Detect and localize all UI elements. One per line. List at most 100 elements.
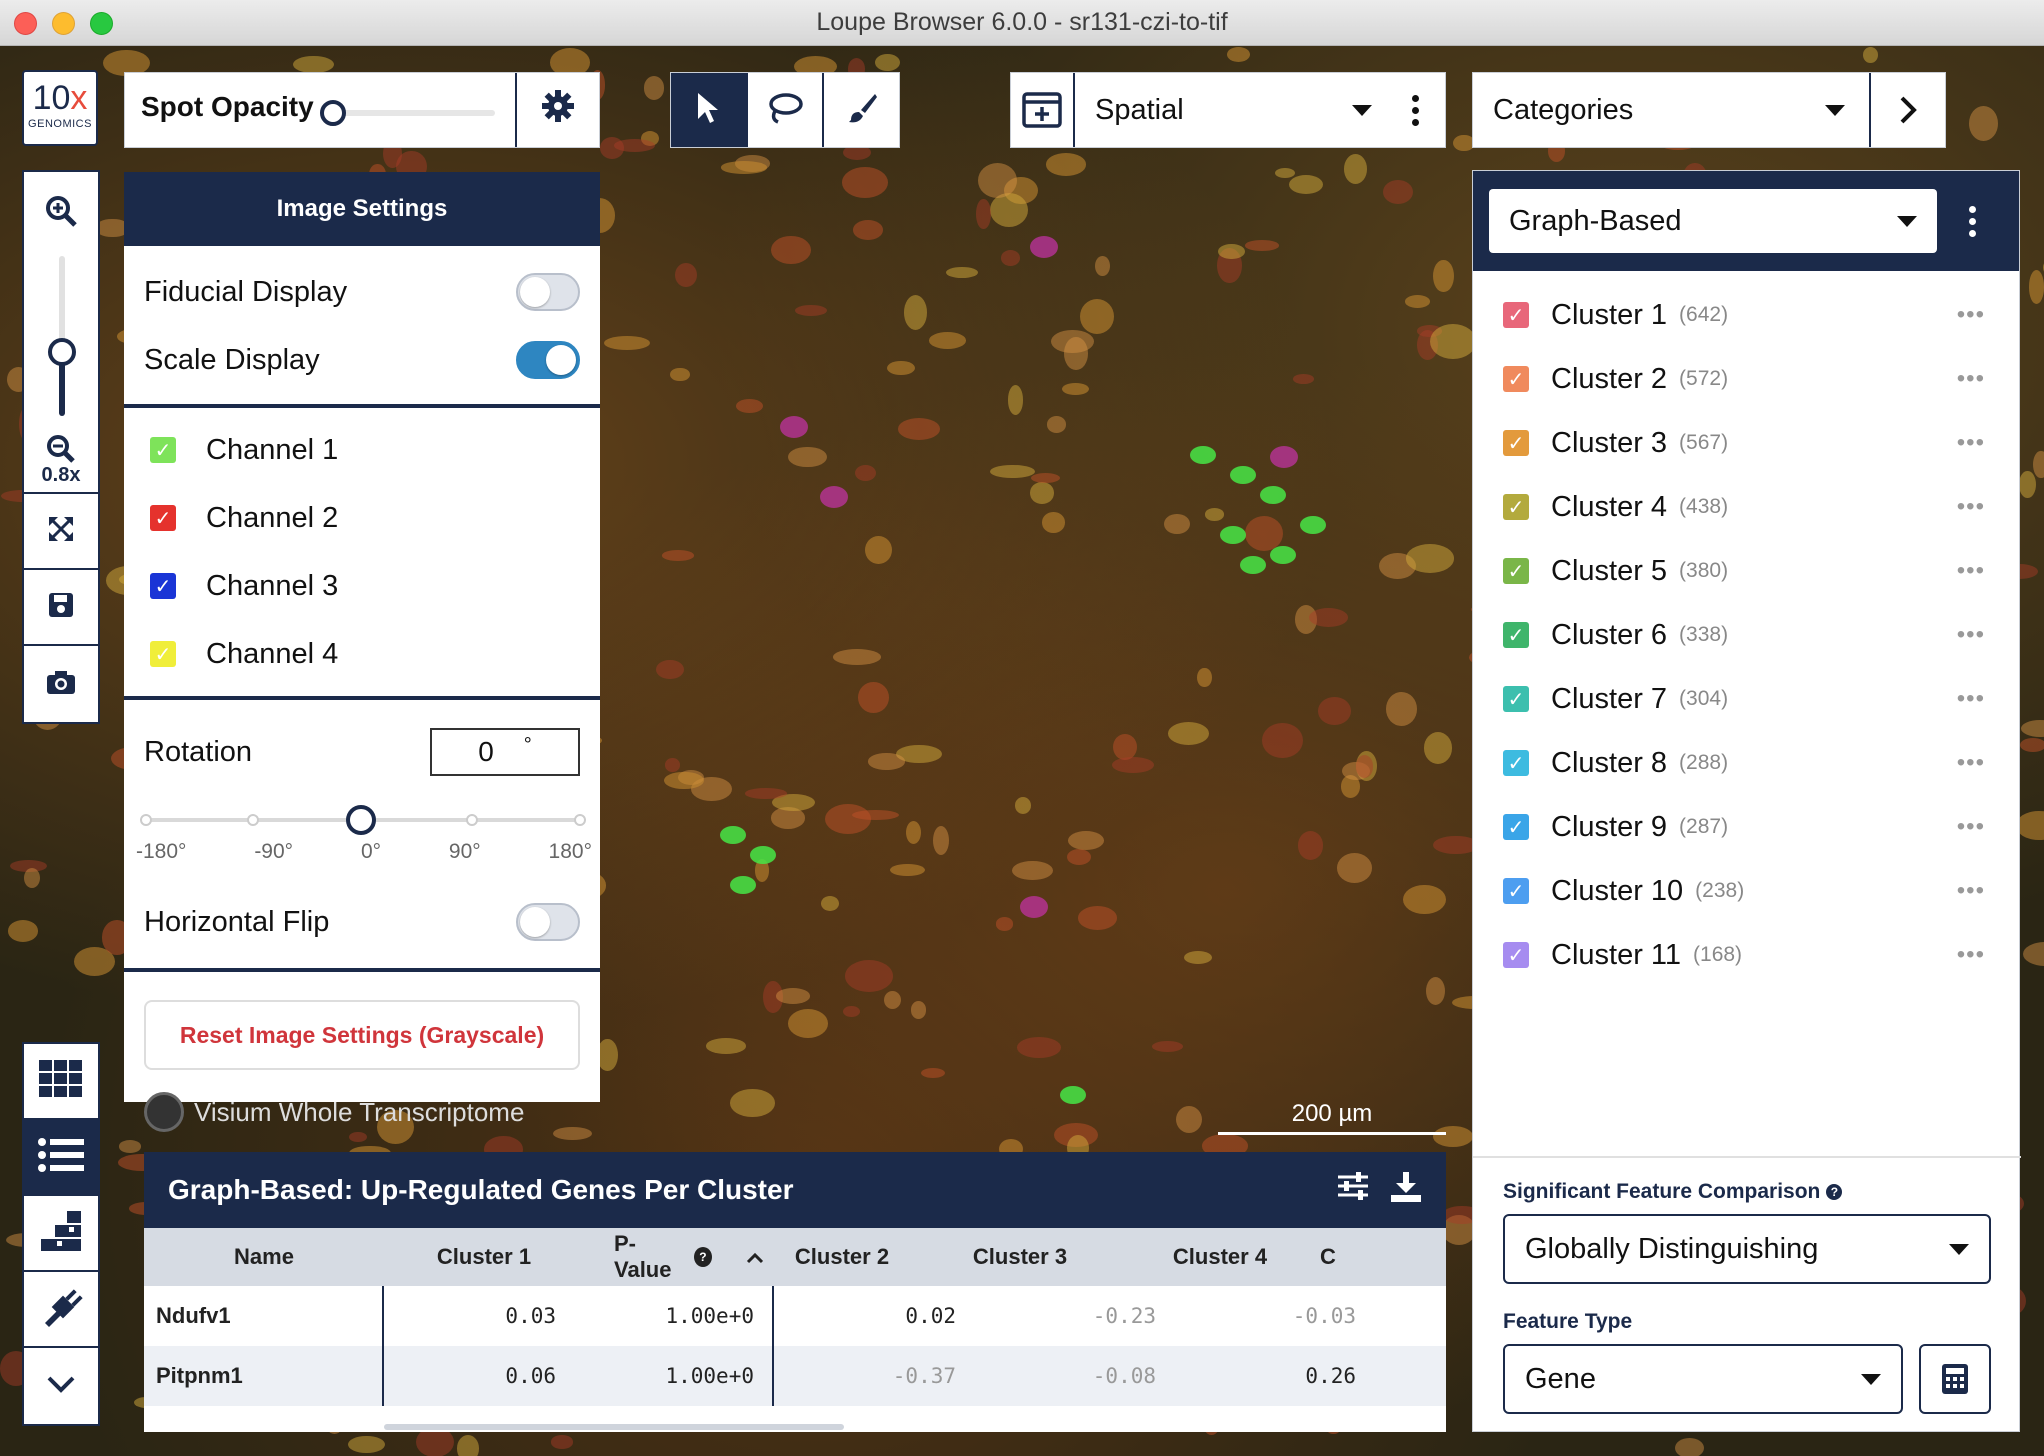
channel-row[interactable]: ✓ Channel 4 [124, 620, 600, 688]
horizontal-flip-toggle[interactable] [516, 903, 580, 941]
cluster-checkbox[interactable]: ✓ [1503, 302, 1529, 328]
column-header[interactable]: C [1320, 1244, 1446, 1270]
view-add-icon[interactable] [1011, 73, 1075, 147]
cluster-checkbox[interactable]: ✓ [1503, 558, 1529, 584]
heatmap-view-button[interactable] [24, 1196, 98, 1272]
zoom-slider-handle[interactable] [48, 338, 76, 366]
column-header[interactable]: P-Value? [584, 1231, 764, 1283]
cluster-checkbox[interactable]: ✓ [1503, 878, 1529, 904]
cluster-more-options-icon[interactable]: ••• [1957, 877, 1985, 905]
column-header[interactable]: Cluster 4 [1120, 1244, 1320, 1270]
channel-row[interactable]: ✓ Channel 3 [124, 552, 600, 620]
view-selector[interactable]: Spatial [1010, 72, 1446, 148]
cluster-row[interactable]: ✓ Cluster 1 (642) ••• [1473, 283, 2019, 347]
cluster-more-options-icon[interactable]: ••• [1957, 493, 1985, 521]
cluster-more-options-icon[interactable]: ••• [1957, 749, 1985, 777]
close-window-button[interactable] [14, 12, 37, 35]
minimize-window-button[interactable] [52, 12, 75, 35]
cluster-row[interactable]: ✓ Cluster 2 (572) ••• [1473, 347, 2019, 411]
download-icon[interactable] [1390, 1171, 1422, 1210]
cluster-checkbox[interactable]: ✓ [1503, 750, 1529, 776]
feature-type-dropdown[interactable]: Gene [1503, 1344, 1903, 1414]
cluster-row[interactable]: ✓ Cluster 7 (304) ••• [1473, 667, 2019, 731]
table-horizontal-scrollbar[interactable] [384, 1424, 844, 1430]
cluster-more-options-icon[interactable]: ••• [1957, 429, 1985, 457]
view-options-kebab-icon[interactable] [1412, 94, 1419, 126]
tools-button[interactable] [24, 1272, 98, 1348]
cluster-row[interactable]: ✓ Cluster 10 (238) ••• [1473, 859, 2019, 923]
gene-name: Pitpnm1 [144, 1346, 384, 1406]
collapse-toolbar-button[interactable] [24, 1348, 98, 1424]
cluster-row[interactable]: ✓ Cluster 6 (338) ••• [1473, 603, 2019, 667]
channel-checkbox[interactable]: ✓ [150, 505, 176, 531]
cluster-more-options-icon[interactable]: ••• [1957, 941, 1985, 969]
channel-row[interactable]: ✓ Channel 2 [124, 484, 600, 552]
significant-feature-value: Globally Distinguishing [1525, 1232, 1819, 1265]
pointer-tool-button[interactable] [671, 73, 748, 147]
zoom-slider-track[interactable] [59, 256, 65, 416]
cluster-row[interactable]: ✓ Cluster 9 (287) ••• [1473, 795, 2019, 859]
zoom-in-icon[interactable] [44, 194, 78, 233]
cluster-row[interactable]: ✓ Cluster 5 (380) ••• [1473, 539, 2019, 603]
cluster-more-options-icon[interactable]: ••• [1957, 557, 1985, 585]
fit-to-screen-button[interactable] [24, 494, 98, 570]
channel-row[interactable]: ✓ Channel 1 [124, 416, 600, 484]
collapse-panel-button[interactable] [1869, 73, 1945, 147]
list-view-button[interactable] [24, 1120, 98, 1196]
column-header[interactable]: Cluster 2 [764, 1244, 920, 1270]
cluster-checkbox[interactable]: ✓ [1503, 686, 1529, 712]
sort-ascending-icon[interactable] [746, 1244, 764, 1270]
table-row[interactable]: Ndufv1 0.03 1.00e+0 0.02 -0.23 -0.03 [144, 1286, 1446, 1346]
cluster-options-kebab-icon[interactable] [1969, 205, 1976, 237]
rotation-slider-handle[interactable] [346, 805, 376, 835]
maximize-window-button[interactable] [90, 12, 113, 35]
help-icon[interactable]: ? [1826, 1184, 1843, 1200]
column-header[interactable]: Cluster 1 [384, 1244, 584, 1270]
cluster-row[interactable]: ✓ Cluster 3 (567) ••• [1473, 411, 2019, 475]
cluster-checkbox[interactable]: ✓ [1503, 942, 1529, 968]
cluster-name: Cluster 2 [1551, 362, 1668, 395]
clustering-selector[interactable]: Graph-Based [1489, 189, 1937, 253]
scale-bar: 200 µm [1218, 1100, 1446, 1135]
channel-checkbox[interactable]: ✓ [150, 641, 176, 667]
cluster-name: Cluster 1 [1551, 298, 1668, 331]
selection-tools [670, 72, 900, 148]
cluster-more-options-icon[interactable]: ••• [1957, 365, 1985, 393]
help-icon[interactable]: ? [693, 1247, 712, 1267]
cluster-checkbox[interactable]: ✓ [1503, 814, 1529, 840]
spot-opacity-track[interactable] [335, 110, 495, 116]
cluster-row[interactable]: ✓ Cluster 11 (168) ••• [1473, 923, 2019, 987]
significant-feature-dropdown[interactable]: Globally Distinguishing [1503, 1214, 1991, 1284]
image-settings-button[interactable] [515, 73, 599, 147]
table-settings-sliders-icon[interactable] [1336, 1171, 1370, 1210]
reset-image-settings-button[interactable]: Reset Image Settings (Grayscale) [144, 1000, 580, 1070]
spot-opacity-handle[interactable] [320, 100, 346, 126]
cluster-row[interactable]: ✓ Cluster 4 (438) ••• [1473, 475, 2019, 539]
cluster-row[interactable]: ✓ Cluster 8 (288) ••• [1473, 731, 2019, 795]
grid-view-button[interactable] [24, 1044, 98, 1120]
column-header[interactable]: Cluster 3 [920, 1244, 1120, 1270]
brush-tool-button[interactable] [824, 73, 899, 147]
lasso-tool-button[interactable] [748, 73, 825, 147]
cluster-more-options-icon[interactable]: ••• [1957, 301, 1985, 329]
cluster-more-options-icon[interactable]: ••• [1957, 685, 1985, 713]
table-cell: -0.37 [892, 1364, 956, 1388]
cluster-more-options-icon[interactable]: ••• [1957, 621, 1985, 649]
fiducial-display-toggle[interactable] [516, 273, 580, 311]
screenshot-button[interactable] [24, 646, 98, 722]
rotation-input[interactable]: 0 ° [430, 728, 580, 776]
save-button[interactable] [24, 570, 98, 646]
channel-checkbox[interactable]: ✓ [150, 573, 176, 599]
channel-checkbox[interactable]: ✓ [150, 437, 176, 463]
categories-selector[interactable]: Categories [1472, 72, 1946, 148]
column-header[interactable]: Name [144, 1244, 384, 1270]
cluster-checkbox[interactable]: ✓ [1503, 366, 1529, 392]
cluster-checkbox[interactable]: ✓ [1503, 622, 1529, 648]
cluster-more-options-icon[interactable]: ••• [1957, 813, 1985, 841]
cluster-checkbox[interactable]: ✓ [1503, 430, 1529, 456]
scale-display-toggle[interactable] [516, 341, 580, 379]
cluster-checkbox[interactable]: ✓ [1503, 494, 1529, 520]
feature-type-label: Feature Type [1503, 1310, 1633, 1333]
table-row[interactable]: Pitpnm1 0.06 1.00e+0 -0.37 -0.08 0.26 [144, 1346, 1446, 1406]
calculator-button[interactable] [1919, 1344, 1991, 1414]
